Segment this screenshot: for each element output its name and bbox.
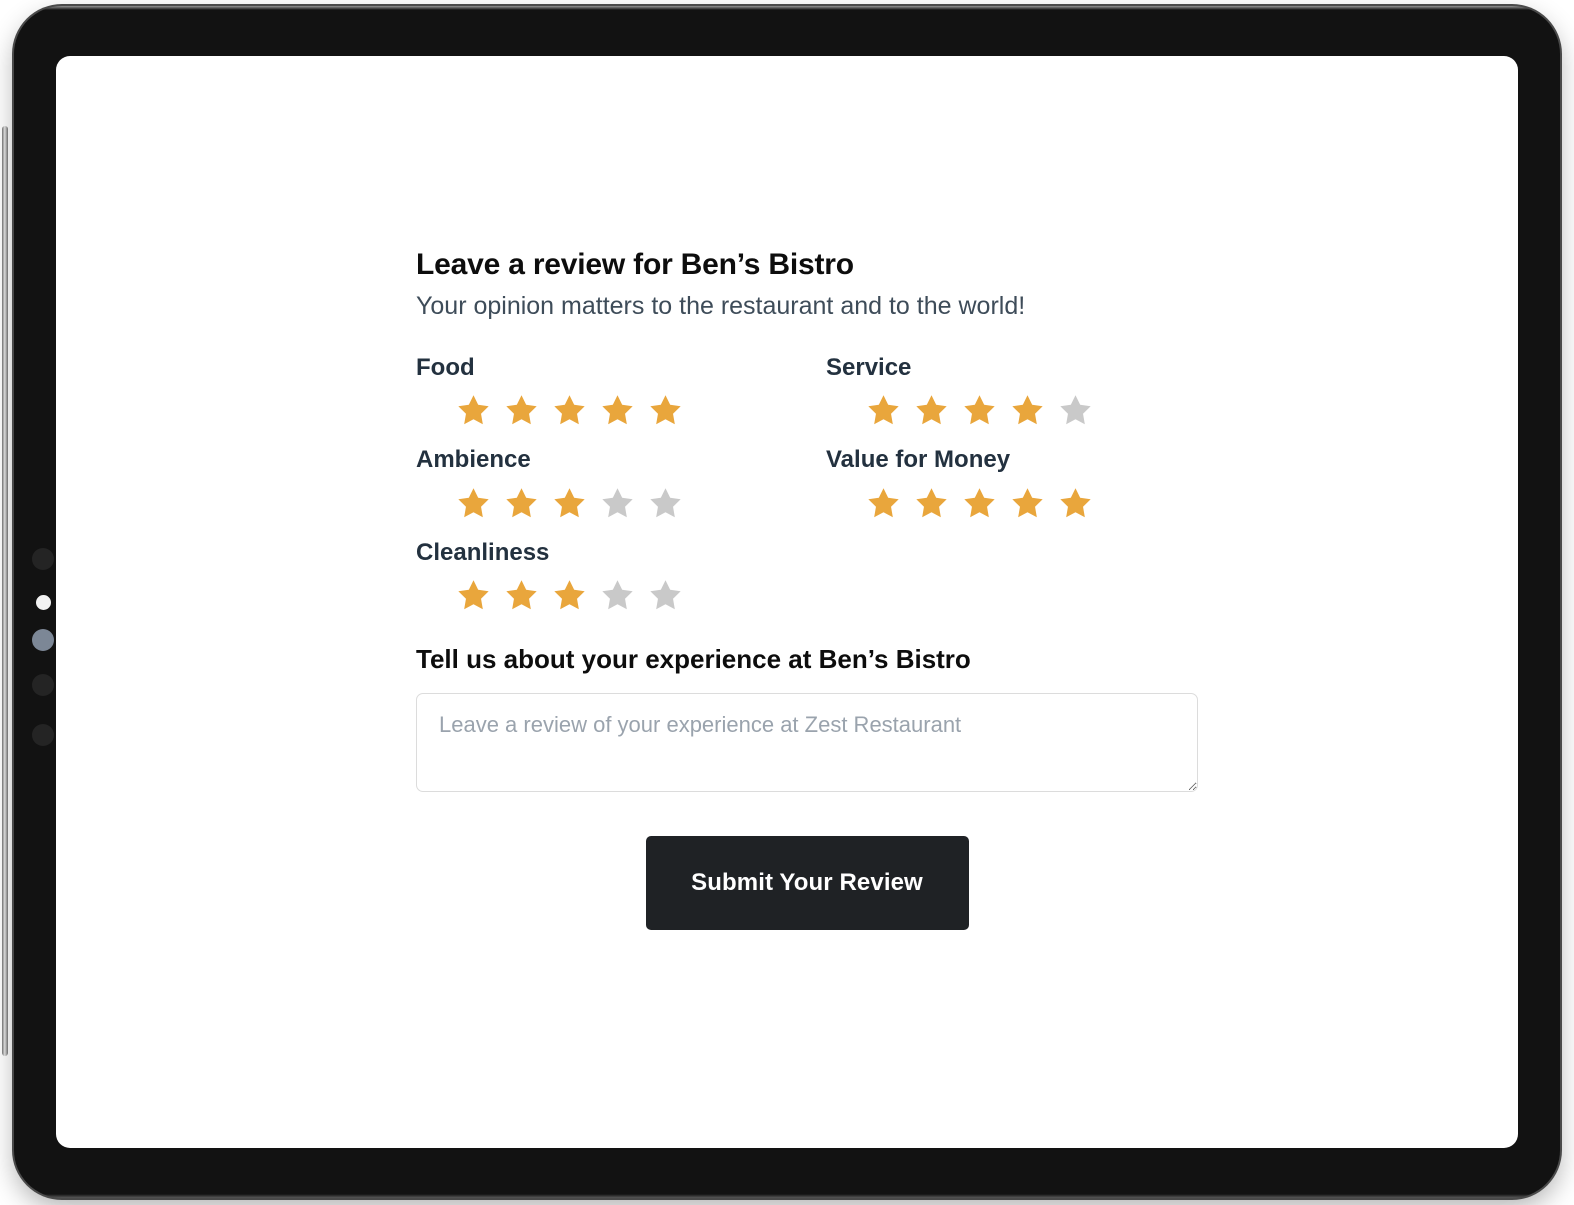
- star-filled-icon[interactable]: [456, 578, 491, 612]
- star-filled-icon[interactable]: [962, 393, 997, 427]
- star-filled-icon[interactable]: [552, 578, 587, 612]
- review-form: Leave a review for Ben’s Bistro Your opi…: [416, 246, 1216, 931]
- star-filled-icon[interactable]: [504, 578, 539, 612]
- tablet-device-frame: Leave a review for Ben’s Bistro Your opi…: [2, 6, 1560, 1198]
- star-filled-icon[interactable]: [914, 486, 949, 520]
- rating-label-food: Food: [416, 354, 475, 381]
- tablet-screen: Leave a review for Ben’s Bistro Your opi…: [56, 56, 1518, 1148]
- star-filled-icon[interactable]: [648, 393, 683, 427]
- star-filled-icon[interactable]: [504, 486, 539, 520]
- star-empty-icon[interactable]: [600, 578, 635, 612]
- rating-label-cleanliness: Cleanliness: [416, 538, 550, 566]
- tablet-side-rail: [2, 126, 8, 1056]
- page-title: Leave a review for Ben’s Bistro: [416, 248, 854, 281]
- rating-label-value-for-money: Value for Money: [826, 446, 1011, 474]
- star-filled-icon[interactable]: [456, 393, 491, 427]
- star-empty-icon[interactable]: [1058, 393, 1093, 427]
- submit-review-button[interactable]: Submit Your Review: [645, 836, 969, 931]
- star-filled-icon[interactable]: [962, 486, 997, 520]
- bezel-indicator-dot-4: [32, 674, 54, 696]
- star-empty-icon[interactable]: [648, 486, 683, 520]
- star-rating-cleanliness[interactable]: [416, 578, 826, 612]
- submit-row: Submit Your Review: [416, 836, 1216, 931]
- rating-label-service: Service: [826, 354, 912, 381]
- star-filled-icon[interactable]: [504, 393, 539, 427]
- ratings-grid-spacer: [826, 540, 1216, 632]
- star-filled-icon[interactable]: [552, 486, 587, 520]
- rating-block-ambience: Ambience: [416, 446, 826, 520]
- bezel-indicator-dot-1: [32, 548, 54, 570]
- star-empty-icon[interactable]: [648, 578, 683, 612]
- rating-label-ambience: Ambience: [416, 446, 531, 474]
- star-filled-icon[interactable]: [552, 393, 587, 427]
- page-subtitle: Your opinion matters to the restaurant a…: [416, 291, 1026, 320]
- star-rating-value-for-money[interactable]: [826, 486, 1216, 520]
- star-filled-icon[interactable]: [456, 486, 491, 520]
- review-textarea[interactable]: [416, 693, 1198, 793]
- rating-block-food: Food: [416, 354, 826, 427]
- rating-block-service: Service: [826, 354, 1216, 427]
- star-rating-food[interactable]: [416, 393, 826, 427]
- bezel-indicator-dot-5: [32, 724, 54, 746]
- bezel-indicator-dot-3: [32, 629, 54, 651]
- star-filled-icon[interactable]: [1010, 486, 1045, 520]
- star-rating-ambience[interactable]: [416, 486, 826, 520]
- experience-heading: Tell us about your experience at Ben’s B…: [416, 644, 971, 675]
- rating-block-value-for-money: Value for Money: [826, 446, 1216, 520]
- star-filled-icon[interactable]: [1058, 486, 1093, 520]
- star-filled-icon[interactable]: [600, 393, 635, 427]
- star-empty-icon[interactable]: [600, 486, 635, 520]
- bezel-indicator-dot-2: [36, 595, 51, 610]
- star-filled-icon[interactable]: [914, 393, 949, 427]
- star-rating-service[interactable]: [826, 393, 1216, 427]
- star-filled-icon[interactable]: [866, 393, 901, 427]
- star-filled-icon[interactable]: [1010, 393, 1045, 427]
- star-filled-icon[interactable]: [866, 486, 901, 520]
- ratings-grid: Food Service Ambience Value for Money Cl: [416, 354, 1216, 632]
- rating-block-cleanliness: Cleanliness: [416, 538, 826, 612]
